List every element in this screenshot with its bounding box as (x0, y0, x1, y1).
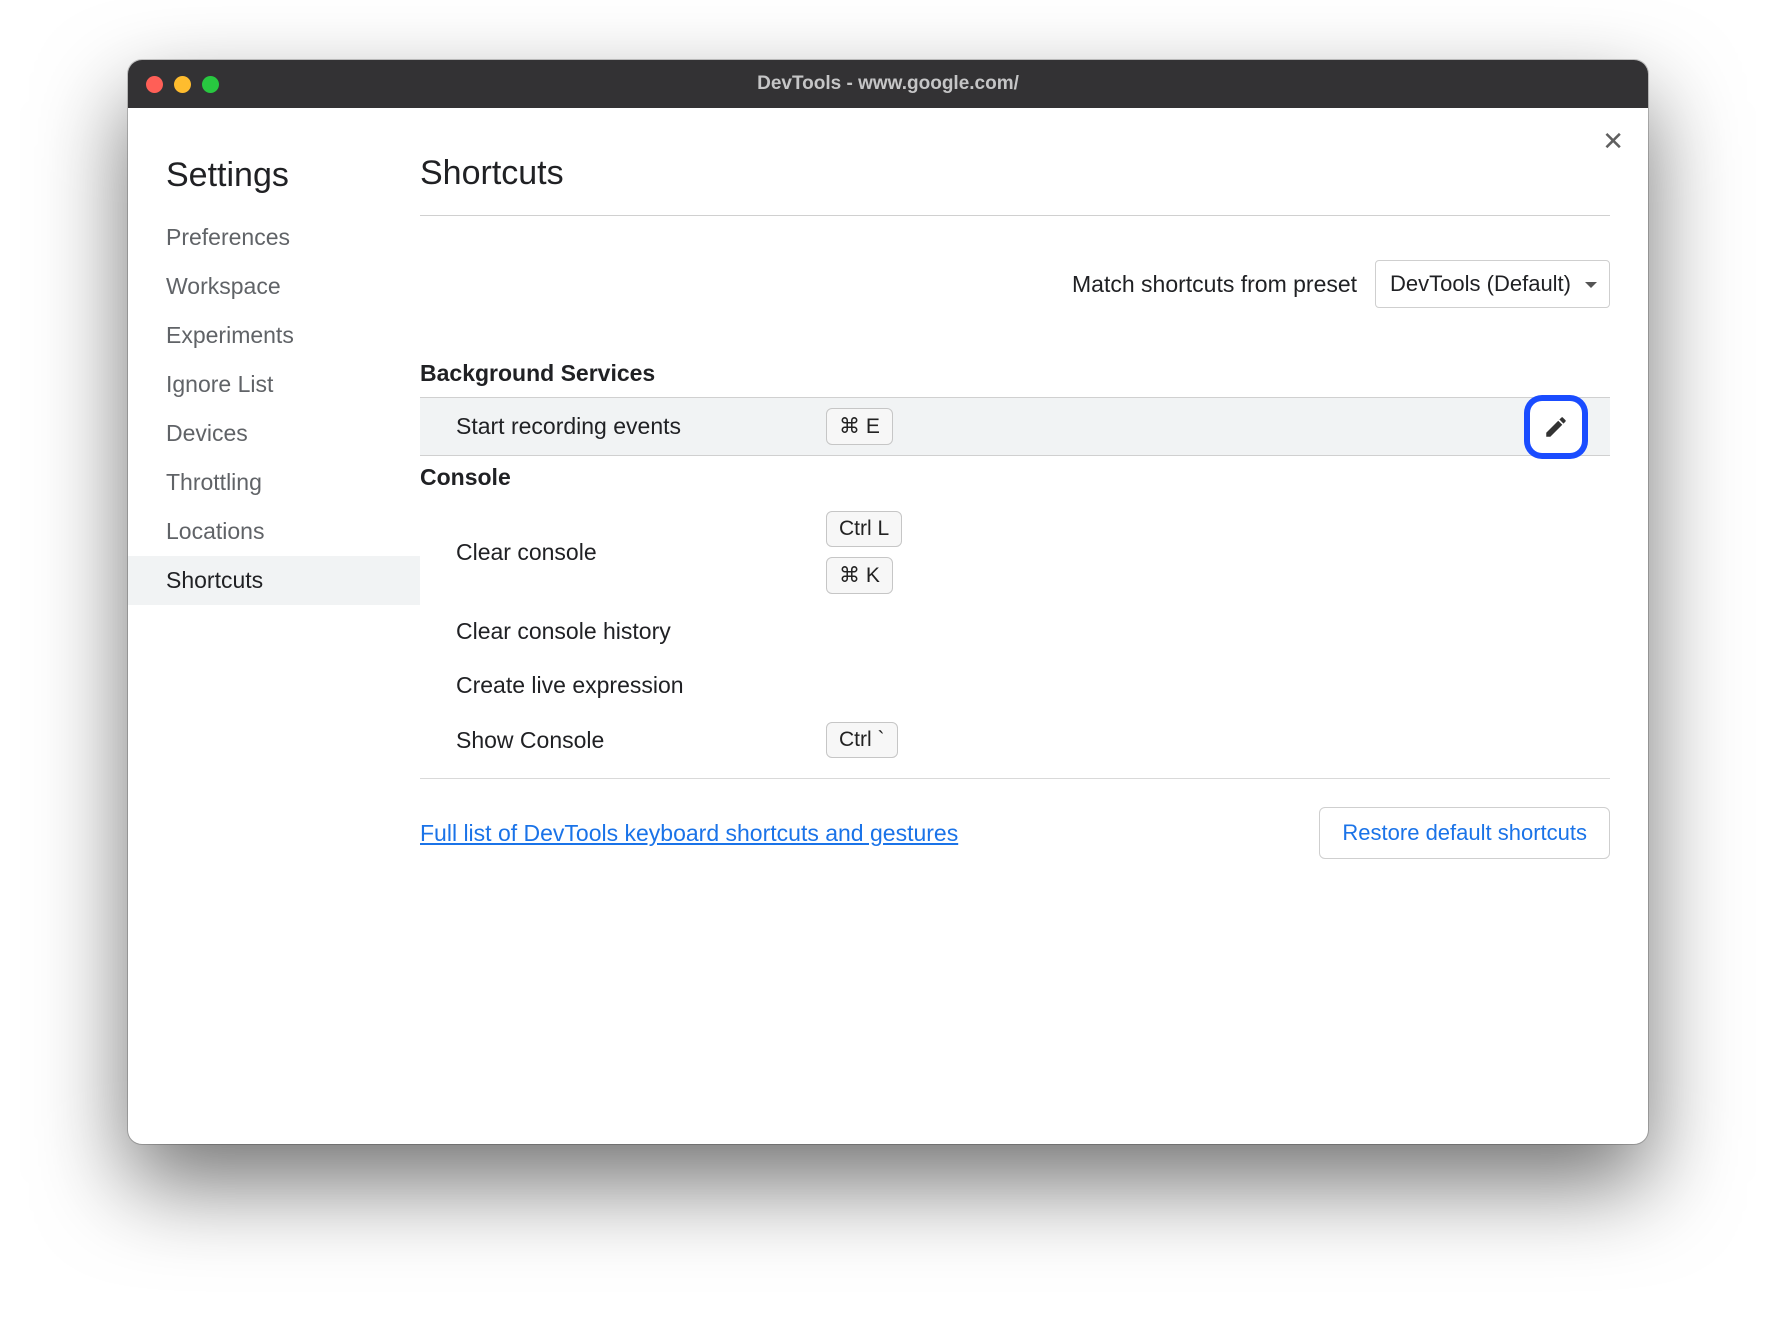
settings-sidebar: Settings PreferencesWorkspaceExperiments… (128, 108, 420, 1144)
shortcut-row[interactable]: Clear console history (420, 604, 1610, 658)
section-heading: Background Services (420, 352, 1610, 397)
edit-shortcut-button[interactable] (1530, 401, 1582, 453)
sidebar-item-ignore-list[interactable]: Ignore List (128, 360, 420, 409)
traffic-lights (146, 76, 219, 93)
restore-defaults-button[interactable]: Restore default shortcuts (1319, 807, 1610, 859)
full-list-link[interactable]: Full list of DevTools keyboard shortcuts… (420, 820, 958, 847)
shortcut-row[interactable]: Create live expression (420, 658, 1610, 712)
window-maximize-button[interactable] (202, 76, 219, 93)
shortcut-action: Start recording events (456, 413, 826, 440)
shortcut-row[interactable]: Clear consoleCtrl L ⌘ K (420, 501, 1610, 604)
preset-select[interactable]: DevTools (Default) (1375, 260, 1610, 308)
shortcut-row[interactable]: Start recording events⌘ E (420, 397, 1610, 456)
sidebar-heading: Settings (128, 154, 420, 213)
preset-value: DevTools (Default) (1390, 271, 1571, 296)
settings-main: Shortcuts Match shortcuts from preset De… (420, 108, 1648, 1144)
shortcut-keys: ⌘ E (826, 408, 893, 445)
preset-label: Match shortcuts from preset (1072, 271, 1357, 298)
sidebar-item-experiments[interactable]: Experiments (128, 311, 420, 360)
sidebar-item-workspace[interactable]: Workspace (128, 262, 420, 311)
preset-row: Match shortcuts from preset DevTools (De… (420, 216, 1610, 352)
shortcut-row[interactable]: Show ConsoleCtrl ` (420, 712, 1610, 768)
key-chip: Ctrl L (826, 511, 902, 547)
sidebar-item-locations[interactable]: Locations (128, 507, 420, 556)
body: ✕ Settings PreferencesWorkspaceExperimen… (128, 108, 1648, 1144)
sidebar-item-throttling[interactable]: Throttling (128, 458, 420, 507)
window-minimize-button[interactable] (174, 76, 191, 93)
pencil-icon (1543, 414, 1569, 440)
titlebar: DevTools - www.google.com/ (128, 60, 1648, 108)
shortcut-keys: Ctrl L ⌘ K (826, 511, 902, 594)
shortcut-keys: Ctrl ` (826, 722, 898, 758)
shortcut-action: Create live expression (456, 672, 826, 699)
shortcut-action: Show Console (456, 727, 826, 754)
key-chip: ⌘ E (826, 408, 893, 445)
key-chip: ⌘ K (826, 557, 893, 594)
footer: Full list of DevTools keyboard shortcuts… (420, 779, 1610, 887)
page-title: Shortcuts (420, 154, 1610, 216)
devtools-window: DevTools - www.google.com/ ✕ Settings Pr… (128, 60, 1648, 1144)
sidebar-item-preferences[interactable]: Preferences (128, 213, 420, 262)
shortcut-action: Clear console (456, 539, 826, 566)
shortcut-action: Clear console history (456, 618, 826, 645)
window-title: DevTools - www.google.com/ (128, 73, 1648, 95)
window-close-button[interactable] (146, 76, 163, 93)
sidebar-item-shortcuts[interactable]: Shortcuts (128, 556, 420, 605)
sidebar-item-devices[interactable]: Devices (128, 409, 420, 458)
close-icon[interactable]: ✕ (1602, 128, 1624, 154)
key-chip: Ctrl ` (826, 722, 898, 758)
section-heading: Console (420, 456, 1610, 501)
